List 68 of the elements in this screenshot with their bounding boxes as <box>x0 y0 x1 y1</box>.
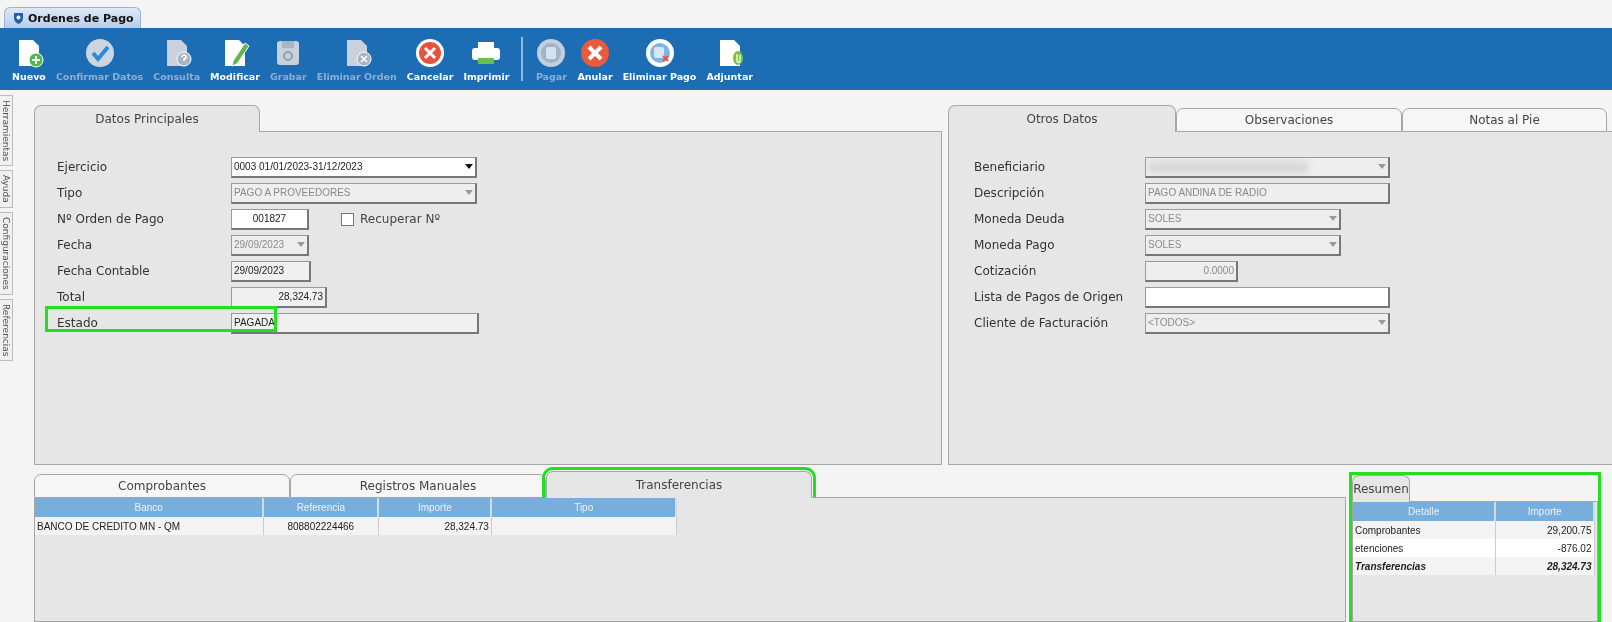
field-label: Lista de Pagos de Origen <box>974 290 1125 304</box>
x-circle-icon <box>579 36 611 69</box>
table-cell: 29,200.75 <box>1495 521 1594 539</box>
tab[interactable]: Registros Manuales <box>290 474 546 498</box>
table-cell: Comprobantes <box>1353 521 1496 539</box>
document-tab-title: Ordenes de Pago <box>28 11 134 25</box>
side-tab[interactable]: Herramientas <box>0 95 13 167</box>
table-cell: 28,324.73 <box>1495 557 1594 575</box>
input-field[interactable] <box>1145 286 1390 308</box>
field-label: Cotización <box>974 264 1038 278</box>
dropdown-caret-icon <box>1329 216 1337 221</box>
table-cell: 28,324.73 <box>378 517 492 535</box>
toolbar-button[interactable]: Imprimir <box>459 34 514 84</box>
field-label: Ejercicio <box>57 160 109 174</box>
field-label: Moneda Pago <box>974 238 1056 252</box>
tab[interactable]: Comprobantes <box>34 474 290 498</box>
field-label: Cliente de Facturación <box>974 316 1109 330</box>
toolbar-button[interactable]: Anular <box>573 34 617 84</box>
input-field[interactable]: 001827 <box>231 208 309 230</box>
column-header: Tipo <box>491 498 676 517</box>
column-header: Detalle <box>1353 502 1496 521</box>
tab[interactable]: Observaciones <box>1176 108 1402 132</box>
tab[interactable]: Notas al Pie <box>1402 108 1607 132</box>
table-cell: BANCO DE CREDITO MN - QM <box>35 517 264 535</box>
field-label: Fecha Contable <box>57 264 151 278</box>
input-field[interactable]: 29/09/2023 <box>231 260 311 282</box>
field-label: Nº Orden de Pago <box>57 212 165 226</box>
side-tab[interactable]: Referencias <box>0 298 13 362</box>
table-cell: etenciones <box>1353 539 1496 557</box>
tab[interactable]: Resumen <box>1352 475 1410 502</box>
column-header: Banco <box>35 498 264 517</box>
table-cell: Transferencias <box>1353 557 1496 575</box>
checkbox-label: Recuperar Nº <box>360 212 441 226</box>
dropdown-caret-icon <box>465 164 473 169</box>
side-tab[interactable]: Configuraciones <box>0 212 13 295</box>
dropdown-caret-icon <box>1378 320 1386 325</box>
input-field[interactable]: PAGADA <box>231 312 479 334</box>
checkbox[interactable] <box>341 212 354 226</box>
column-header: Importe <box>378 498 492 517</box>
table-cell: -876.02 <box>1495 539 1594 557</box>
toolbar-button[interactable]: Modificar <box>206 34 264 84</box>
toolbar-button[interactable]: Nuevo <box>8 34 50 84</box>
dropdown-caret-icon <box>465 190 473 195</box>
field-label: Descripción <box>974 186 1046 200</box>
toolbar-button[interactable]: Eliminar Pago <box>618 34 701 84</box>
input-field[interactable]: 28,324.73 <box>231 286 327 308</box>
dropdown-caret-icon <box>1329 242 1337 247</box>
dropdown-caret-icon <box>297 242 305 247</box>
field-label: Beneficiario <box>974 160 1047 174</box>
field-label: Moneda Deuda <box>974 212 1066 226</box>
shield-icon <box>13 12 24 24</box>
table-cell: 808802224466 <box>263 517 379 535</box>
field-label: Tipo <box>57 186 84 200</box>
tab[interactable]: Otros Datos <box>948 105 1176 132</box>
side-tab[interactable]: Ayuda <box>0 170 13 209</box>
dropdown-caret-icon <box>1378 164 1386 169</box>
field-label: Fecha <box>57 238 94 252</box>
check-icon <box>83 36 116 69</box>
field-label: Total <box>57 290 87 304</box>
tab[interactable]: Datos Principales <box>34 105 260 132</box>
column-header: Importe <box>1495 502 1594 521</box>
toolbar-button[interactable]: Cancelar <box>402 34 458 84</box>
x-circle-icon <box>414 36 447 69</box>
toolbar-button[interactable]: Adjuntar <box>702 34 757 84</box>
dropdown-field[interactable]: 0003 01/01/2023-31/12/2023 <box>231 156 477 178</box>
field-label: Estado <box>57 316 99 330</box>
column-header: Referencia <box>263 498 379 517</box>
document-tab[interactable]: Ordenes de Pago <box>4 7 141 28</box>
